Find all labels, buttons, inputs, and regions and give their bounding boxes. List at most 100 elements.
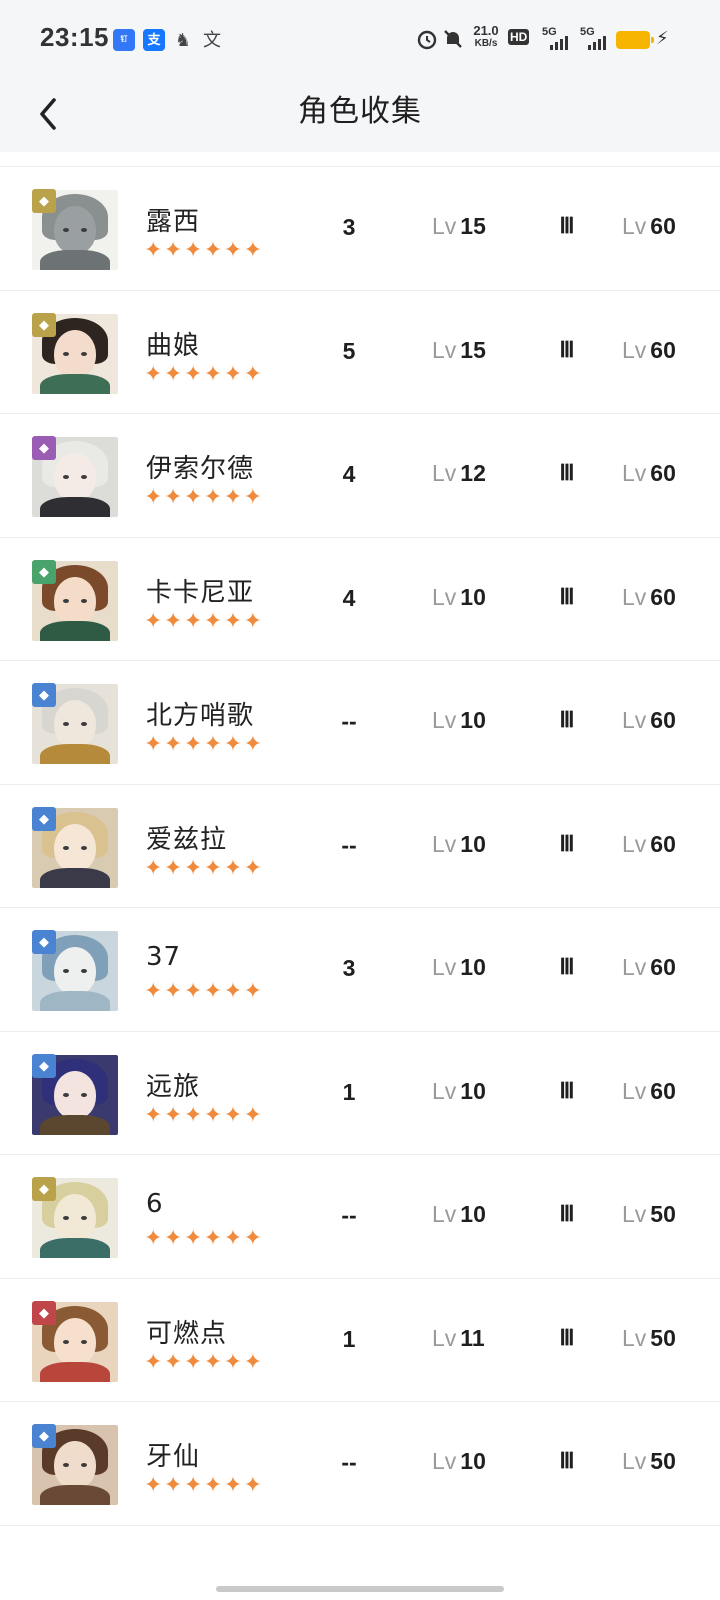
app-header: 角色收集: [0, 80, 720, 152]
duplicate-count: 5: [342, 337, 356, 364]
level-prefix: Lv: [432, 213, 457, 239]
character-level: Lv 10: [432, 954, 486, 981]
level-value: 10: [460, 707, 486, 733]
tower-icon: ◆: [32, 312, 56, 337]
character-name: 爱兹拉: [146, 824, 228, 855]
insight-rank: Ⅲ: [559, 1201, 575, 1226]
level-prefix: Lv: [432, 1448, 457, 1474]
duplicate-count: --: [341, 708, 357, 734]
character-row[interactable]: ◆ 伊索尔德 ✦✦✦✦✦✦ 4 Lv 12 Ⅲ Lv 60: [0, 414, 720, 538]
cap-prefix: Lv: [622, 954, 647, 980]
character-row[interactable]: ◆ 牙仙 ✦✦✦✦✦✦ -- Lv 10 Ⅲ Lv 50: [0, 1402, 720, 1526]
character-name: 6: [146, 1189, 164, 1219]
character-level: Lv 10: [432, 584, 486, 611]
insight-rank: Ⅲ: [559, 830, 575, 856]
duplicate-count: 3: [342, 955, 356, 981]
triangle-icon: ◆: [32, 1177, 56, 1201]
cap-prefix: Lv: [622, 336, 647, 363]
level-cap: Lv 60: [622, 707, 676, 734]
star-burst-icon: ◆: [32, 930, 56, 954]
level-cap: Lv 50: [622, 1325, 676, 1352]
insight-rank: Ⅲ: [559, 954, 575, 979]
level-prefix: Lv: [432, 954, 457, 980]
character-name: 卡卡尼亚: [146, 577, 255, 608]
level-prefix: Lv: [432, 1201, 457, 1227]
duplicate-count: 4: [342, 584, 356, 611]
character-level: Lv 10: [432, 1078, 486, 1105]
character-row[interactable]: ◆ 可燃点 ✦✦✦✦✦✦ 1 Lv 11 Ⅲ Lv 50: [0, 1279, 720, 1402]
dingtalk-icon: 钉: [113, 29, 135, 51]
character-level: Lv 10: [432, 831, 486, 858]
cap-value: 60: [650, 954, 676, 980]
cap-value: 50: [650, 1448, 676, 1474]
level-value: 11: [460, 1324, 485, 1351]
character-name: 远旅: [146, 1071, 201, 1102]
level-prefix: Lv: [432, 336, 457, 363]
level-cap: Lv 50: [622, 1448, 676, 1475]
character-level: Lv 11: [432, 1325, 485, 1352]
alarm-icon: [417, 30, 437, 50]
cap-prefix: Lv: [622, 707, 647, 733]
character-row[interactable]: ◆ 远旅 ✦✦✦✦✦✦ 1 Lv 10 Ⅲ Lv 60: [0, 1032, 720, 1155]
status-time: 23:15: [40, 22, 109, 52]
leaf-icon: ◆: [32, 559, 56, 584]
duplicate-count: --: [341, 831, 357, 858]
cap-value: 60: [650, 1077, 676, 1104]
character-row[interactable]: ◆ 露西 ✦✦✦✦✦✦ 3 Lv 15 Ⅲ Lv 60: [0, 167, 720, 291]
rarity-stars: ✦✦✦✦✦✦: [144, 1101, 264, 1127]
level-value: 10: [460, 1448, 486, 1474]
rarity-stars: ✦✦✦✦✦✦: [144, 237, 264, 262]
signal-icon-2: 5G: [580, 26, 610, 50]
character-row[interactable]: ◆ 卡卡尼亚 ✦✦✦✦✦✦ 4 Lv 10 Ⅲ Lv 60: [0, 538, 720, 661]
cap-value: 60: [650, 213, 676, 239]
cap-prefix: Lv: [622, 1201, 647, 1227]
cap-prefix: Lv: [622, 583, 647, 610]
rarity-stars: ✦✦✦✦✦✦: [144, 978, 264, 1003]
rarity-stars: ✦✦✦✦✦✦: [144, 1348, 264, 1374]
cap-value: 60: [650, 707, 676, 733]
duplicate-count: 1: [342, 1078, 356, 1105]
level-cap: Lv 60: [622, 337, 676, 364]
star-burst-icon: ◆: [32, 806, 56, 831]
character-level: Lv 12: [432, 460, 486, 487]
cap-prefix: Lv: [622, 830, 647, 857]
charging-icon: ⚡: [656, 28, 669, 48]
cap-value: 60: [650, 583, 676, 610]
insight-rank: Ⅲ: [559, 1324, 575, 1350]
star-burst-icon: ◆: [32, 1053, 56, 1078]
rarity-stars: ✦✦✦✦✦✦: [144, 1472, 264, 1497]
level-cap: Lv 50: [622, 1201, 676, 1228]
character-list: ◆ 露西 ✦✦✦✦✦✦ 3 Lv 15 Ⅲ Lv 60 ◆ 曲娘 ✦✦✦✦✦✦ 5 …: [0, 166, 720, 1526]
cap-prefix: Lv: [622, 460, 647, 486]
level-prefix: Lv: [432, 460, 457, 486]
level-value: 10: [460, 830, 486, 857]
rarity-stars: ✦✦✦✦✦✦: [144, 484, 264, 509]
cap-prefix: Lv: [622, 213, 647, 239]
duplicate-count: 1: [342, 1325, 356, 1352]
battery-icon: [616, 31, 654, 49]
level-prefix: Lv: [432, 1077, 457, 1104]
level-value: 10: [460, 954, 486, 980]
level-value: 10: [460, 1077, 486, 1104]
character-row[interactable]: ◆ 37 ✦✦✦✦✦✦ 3 Lv 10 Ⅲ Lv 60: [0, 908, 720, 1032]
level-cap: Lv 60: [622, 460, 676, 487]
character-row[interactable]: ◆ 爱兹拉 ✦✦✦✦✦✦ -- Lv 10 Ⅲ Lv 60: [0, 785, 720, 908]
level-value: 10: [460, 1201, 486, 1227]
level-cap: Lv 60: [622, 213, 676, 240]
home-indicator[interactable]: [216, 1586, 504, 1592]
level-value: 15: [460, 336, 486, 363]
character-name: 可燃点: [146, 1318, 228, 1349]
level-prefix: Lv: [432, 707, 457, 733]
alipay-icon: 支: [143, 29, 165, 51]
net-speed-value: 21.0: [473, 23, 499, 38]
duplicate-count: 4: [342, 461, 356, 487]
character-name: 露西: [146, 207, 201, 237]
text-app-icon: 文: [203, 30, 221, 50]
network-speed: 21.0 KB/s: [466, 24, 506, 50]
cap-value: 50: [650, 1201, 676, 1227]
character-row[interactable]: ◆ 曲娘 ✦✦✦✦✦✦ 5 Lv 15 Ⅲ Lv 60: [0, 291, 720, 414]
character-row[interactable]: ◆ 北方哨歌 ✦✦✦✦✦✦ -- Lv 10 Ⅲ Lv 60: [0, 661, 720, 785]
level-cap: Lv 60: [622, 954, 676, 981]
status-bar: 23:15 钉 支 ♞ 文 21.0 KB/s HD 5G 5G ⚡: [0, 0, 720, 80]
character-row[interactable]: ◆ 6 ✦✦✦✦✦✦ -- Lv 10 Ⅲ Lv 50: [0, 1155, 720, 1279]
